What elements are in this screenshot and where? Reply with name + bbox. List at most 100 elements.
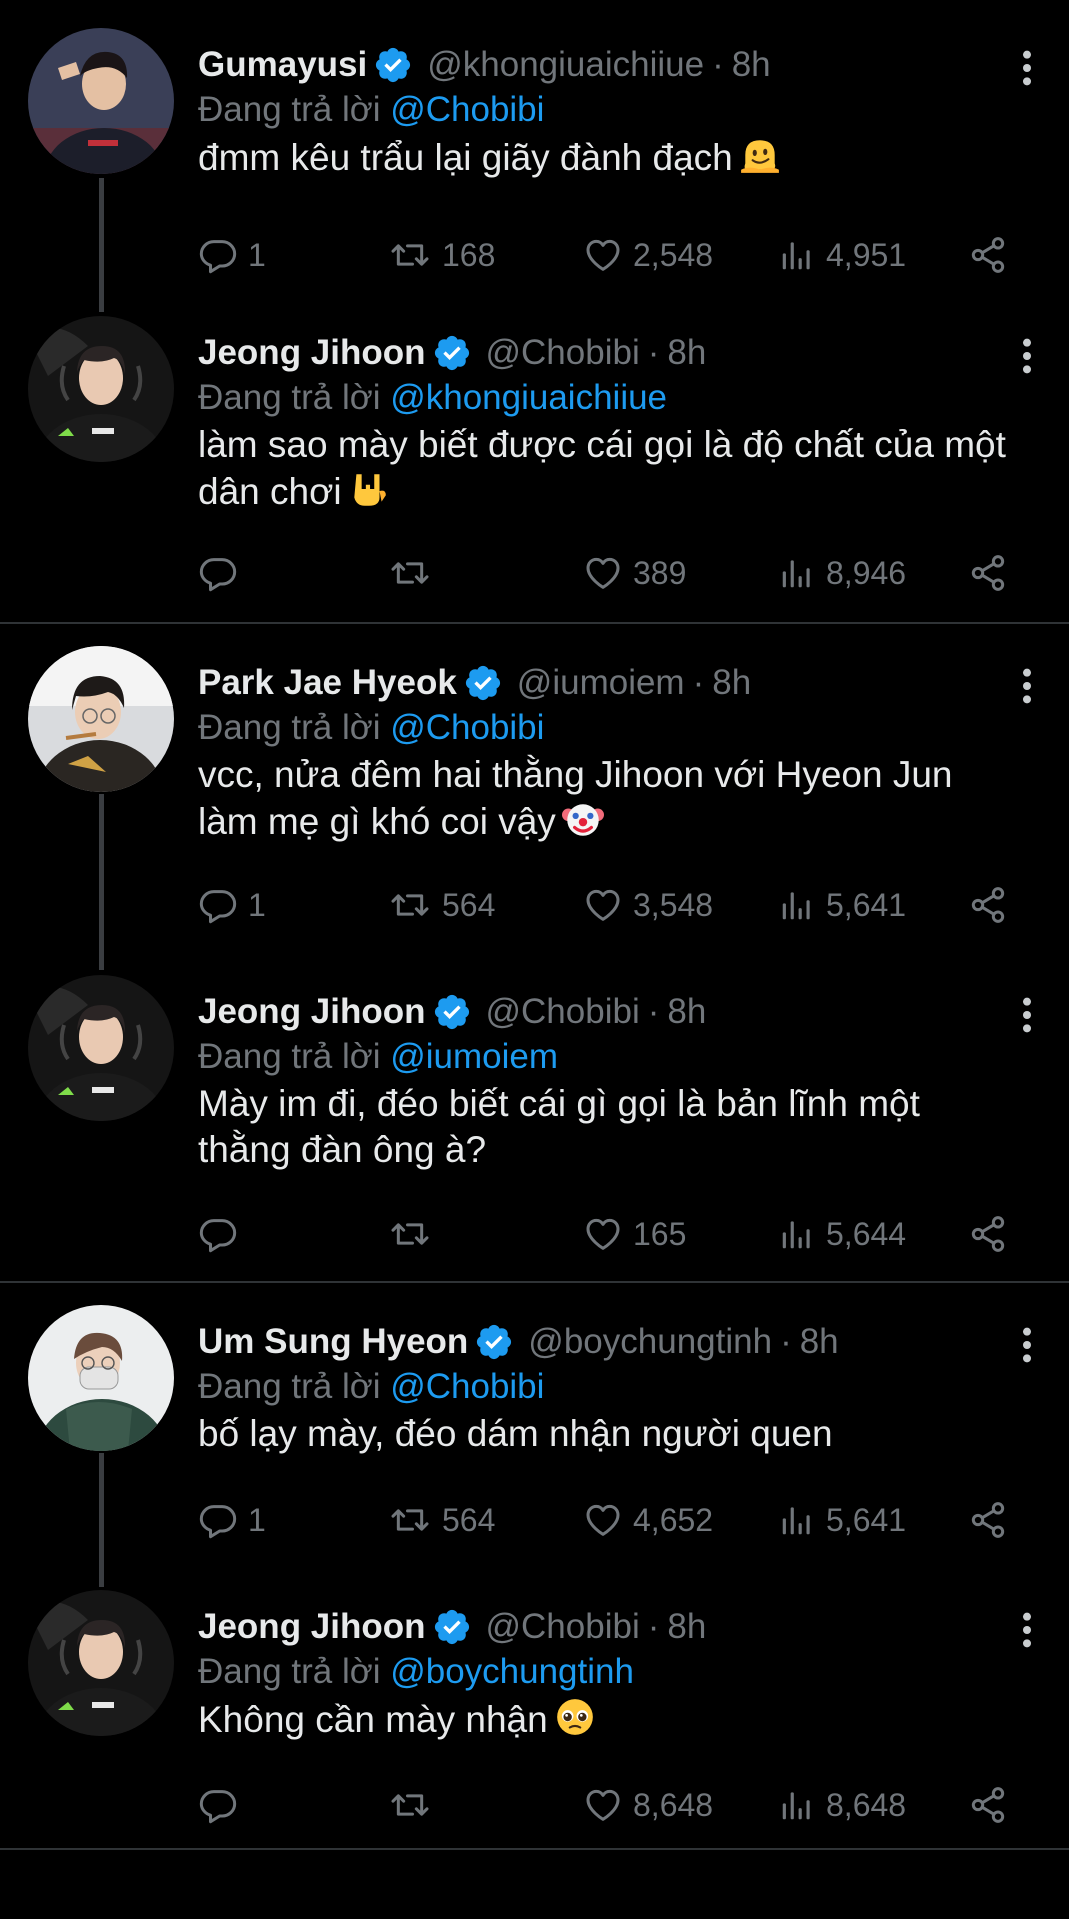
like-button[interactable]: 4,652	[583, 1495, 713, 1545]
reply-button[interactable]	[198, 1209, 248, 1259]
reply-button[interactable]: 1	[198, 880, 266, 930]
views-button[interactable]: 5,641	[778, 1495, 906, 1545]
display-name[interactable]: Jeong Jihoon	[198, 992, 426, 1032]
retweet-button[interactable]	[388, 548, 442, 598]
avatar[interactable]	[28, 975, 174, 1121]
view-count: 8,648	[826, 1786, 907, 1823]
retweet-icon	[388, 1785, 432, 1825]
like-button[interactable]: 8,648	[583, 1780, 713, 1830]
timestamp[interactable]: 8h	[667, 1607, 706, 1647]
reply-mention-link[interactable]: @khongiuaichiiue	[390, 378, 667, 417]
avatar[interactable]	[28, 1305, 174, 1451]
reply-mention-link[interactable]: @boychungtinh	[390, 1652, 634, 1691]
avatar[interactable]	[28, 316, 174, 462]
timestamp[interactable]: 8h	[712, 663, 751, 703]
action-bar: 1 168 2,548 4,951	[198, 230, 1049, 280]
like-count: 4,652	[633, 1501, 714, 1538]
tweet[interactable]: Jeong Jihoon @Chobibi · 8h Đang trả lời …	[0, 1590, 1069, 1919]
timestamp[interactable]: 8h	[732, 45, 771, 85]
share-button[interactable]	[968, 880, 1008, 930]
reply-icon	[198, 553, 238, 593]
views-button[interactable]: 5,641	[778, 880, 906, 930]
display-name[interactable]: Park Jae Hyeok	[198, 663, 457, 703]
tweet[interactable]: Um Sung Hyeon @boychungtinh · 8h Đang tr…	[0, 1305, 1069, 1634]
reply-mention-link[interactable]: @Chobibi	[390, 708, 544, 747]
action-bar: 1 564 3,548 5,641	[198, 880, 1049, 930]
reply-mention-link[interactable]: @Chobibi	[390, 1367, 544, 1406]
more-options-icon[interactable]	[1017, 995, 1037, 1035]
views-button[interactable]: 8,946	[778, 548, 906, 598]
display-name[interactable]: Jeong Jihoon	[198, 333, 426, 373]
more-options-icon[interactable]	[1017, 336, 1037, 376]
like-button[interactable]: 389	[583, 548, 686, 598]
view-count: 5,644	[826, 1215, 907, 1252]
views-icon	[778, 1215, 816, 1253]
user-handle[interactable]: @boychungtinh	[528, 1322, 772, 1362]
display-name[interactable]: Um Sung Hyeon	[198, 1322, 468, 1362]
avatar[interactable]	[28, 28, 174, 174]
heart-icon	[583, 885, 623, 925]
reply-button[interactable]	[198, 548, 248, 598]
replying-to-label: Đang trả lời	[198, 90, 381, 129]
view-count: 5,641	[826, 886, 907, 923]
retweet-button[interactable]: 168	[388, 230, 495, 280]
reply-button[interactable]	[198, 1780, 248, 1830]
views-icon	[778, 236, 816, 274]
retweet-button[interactable]	[388, 1209, 442, 1259]
retweet-button[interactable]: 564	[388, 1495, 495, 1545]
tweet[interactable]: Jeong Jihoon @Chobibi · 8h Đang trả lời …	[0, 975, 1069, 1304]
display-name[interactable]: Gumayusi	[198, 45, 367, 85]
more-options-icon[interactable]	[1017, 1325, 1037, 1365]
share-button[interactable]	[968, 1780, 1008, 1830]
retweet-icon	[388, 1214, 432, 1254]
more-options-icon[interactable]	[1017, 48, 1037, 88]
share-button[interactable]	[968, 230, 1008, 280]
separator-dot: ·	[647, 992, 660, 1031]
timestamp[interactable]: 8h	[667, 992, 706, 1032]
reply-icon	[198, 1214, 238, 1254]
user-handle[interactable]: @Chobibi	[486, 992, 640, 1032]
rock-hand-icon	[348, 468, 390, 510]
more-options-icon[interactable]	[1017, 666, 1037, 706]
like-count: 3,548	[633, 886, 714, 923]
replying-to: Đang trả lời @boychungtinh	[198, 1652, 634, 1692]
separator-dot: ·	[780, 1322, 792, 1361]
reply-button[interactable]: 1	[198, 230, 266, 280]
like-button[interactable]: 2,548	[583, 230, 713, 280]
verified-badge-icon	[463, 663, 503, 703]
timestamp[interactable]: 8h	[667, 333, 706, 373]
share-icon	[968, 1785, 1008, 1825]
retweet-button[interactable]: 564	[388, 880, 495, 930]
reply-button[interactable]: 1	[198, 1495, 266, 1545]
heart-icon	[583, 1785, 623, 1825]
like-button[interactable]: 3,548	[583, 880, 713, 930]
avatar[interactable]	[28, 1590, 174, 1736]
reply-mention-link[interactable]: @Chobibi	[390, 90, 544, 129]
retweet-button[interactable]	[388, 1780, 442, 1830]
share-button[interactable]	[968, 1495, 1008, 1545]
user-handle[interactable]: @iumoiem	[517, 663, 685, 703]
tweet[interactable]: Park Jae Hyeok @iumoiem · 8h Đang trả lờ…	[0, 646, 1069, 975]
more-options-icon[interactable]	[1017, 1610, 1037, 1650]
views-button[interactable]: 4,951	[778, 230, 906, 280]
replying-to-label: Đang trả lời	[198, 1037, 381, 1076]
share-button[interactable]	[968, 1209, 1008, 1259]
action-bar: 1 564 4,652 5,641	[198, 1495, 1049, 1545]
user-handle[interactable]: @Chobibi	[486, 1607, 640, 1647]
views-button[interactable]: 5,644	[778, 1209, 906, 1259]
verified-badge-icon	[432, 333, 472, 373]
user-handle[interactable]: @Chobibi	[486, 333, 640, 373]
reply-mention-link[interactable]: @iumoiem	[390, 1037, 558, 1076]
tweet[interactable]: Gumayusi @khongiuaichiiue · 8h Đang trả …	[0, 28, 1069, 357]
share-icon	[968, 1500, 1008, 1540]
timestamp[interactable]: 8h	[800, 1322, 839, 1362]
share-button[interactable]	[968, 548, 1008, 598]
user-handle[interactable]: @khongiuaichiiue	[427, 45, 704, 85]
like-count: 2,548	[633, 236, 714, 273]
display-name[interactable]: Jeong Jihoon	[198, 1607, 426, 1647]
avatar[interactable]	[28, 646, 174, 792]
views-button[interactable]: 8,648	[778, 1780, 906, 1830]
like-button[interactable]: 165	[583, 1209, 686, 1259]
reply-icon	[198, 1500, 238, 1540]
tweet[interactable]: Jeong Jihoon @Chobibi · 8h Đang trả lời …	[0, 316, 1069, 645]
